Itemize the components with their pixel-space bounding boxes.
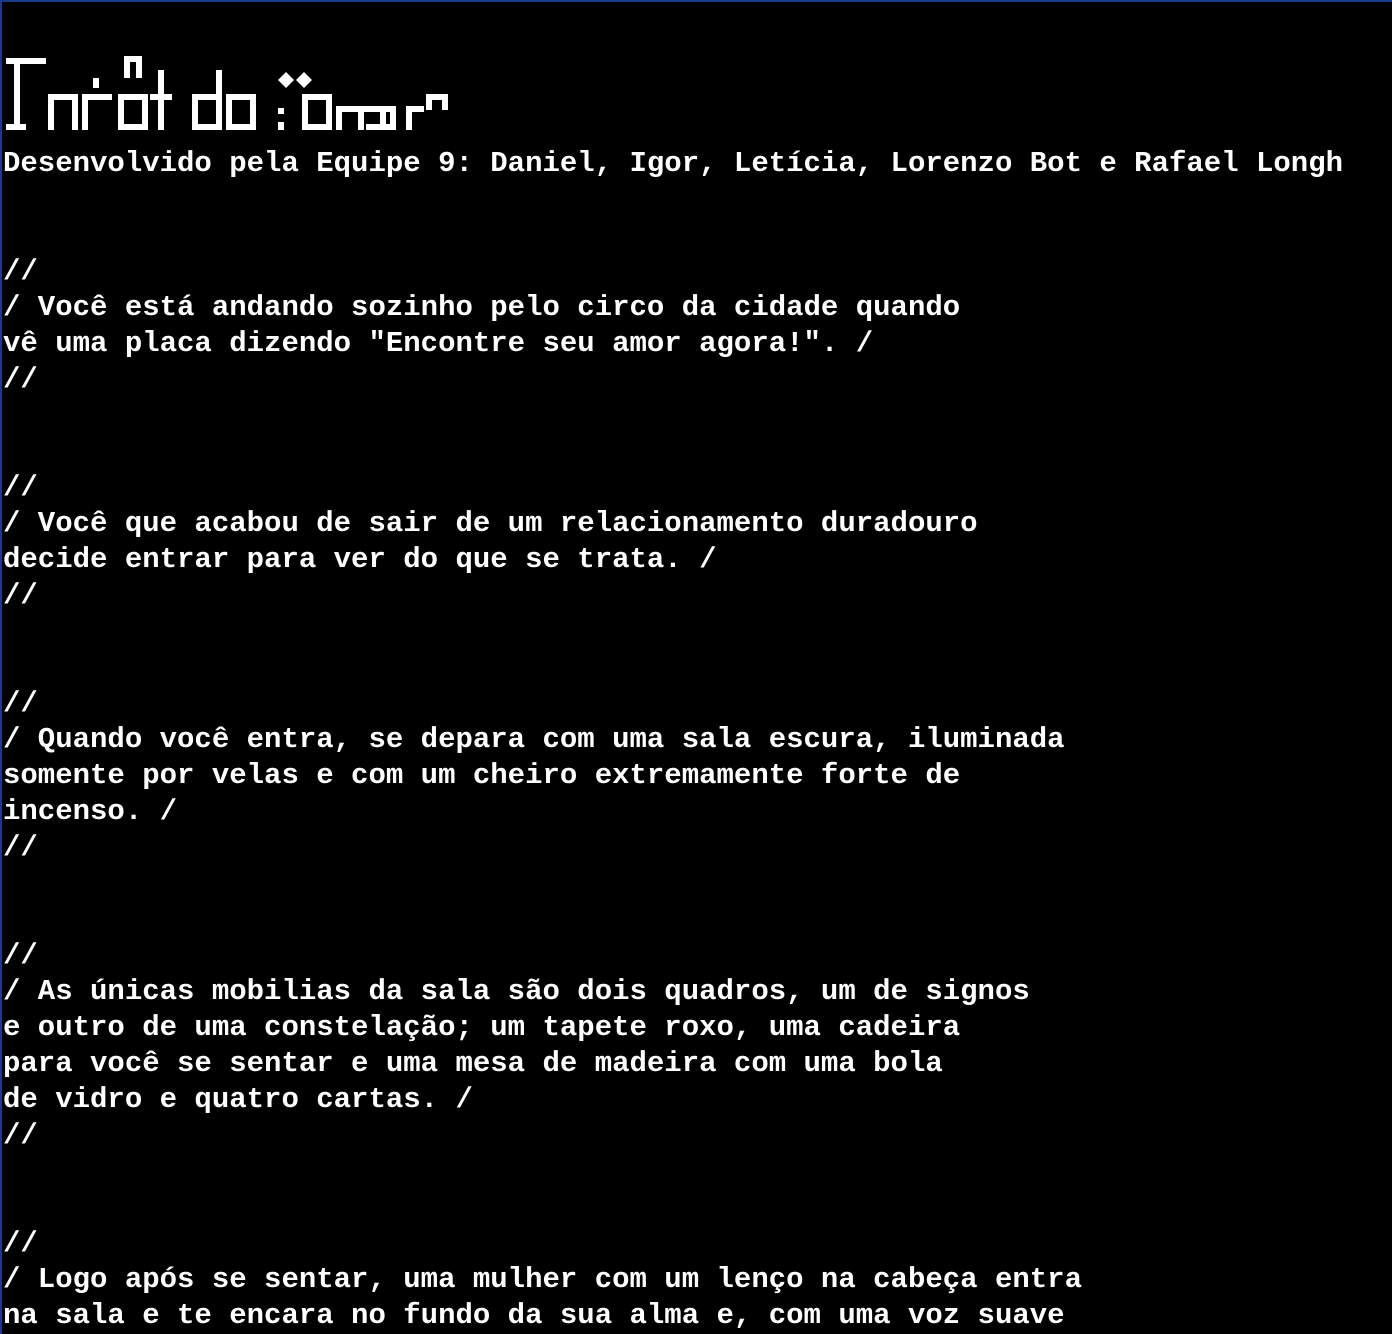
- block-close-marker: //: [3, 363, 38, 396]
- story-line: vê uma placa dizendo "Encontre seu amor …: [3, 327, 874, 360]
- block-open-marker: //: [3, 255, 38, 288]
- block-open-marker: //: [3, 939, 38, 972]
- block-close-marker: //: [3, 1119, 38, 1152]
- story-block: // / Logo após se sentar, uma mulher com…: [3, 1226, 1392, 1334]
- story-line: e outro de uma constelação; um tapete ro…: [3, 1011, 961, 1044]
- block-open-marker: //: [3, 687, 38, 720]
- block-open-marker: //: [3, 471, 38, 504]
- story-line: somente por velas e com um cheiro extrem…: [3, 759, 961, 792]
- story-line: / Quando você entra, se depara com uma s…: [3, 723, 1065, 756]
- story-line: na sala e te encara no fundo da sua alma…: [3, 1299, 1065, 1332]
- story-line: decide entrar para ver do que se trata. …: [3, 543, 717, 576]
- story-line: / Você que acabou de sair de um relacion…: [3, 507, 978, 540]
- story-block: // / Você que acabou de sair de um relac…: [3, 470, 1392, 614]
- block-close-marker: //: [3, 831, 38, 864]
- title-banner-art: [6, 56, 448, 130]
- story-line: / As únicas mobilias da sala são dois qu…: [3, 975, 1030, 1008]
- credits-line: Desenvolvido pela Equipe 9: Daniel, Igor…: [3, 147, 1344, 180]
- block-close-marker: //: [3, 579, 38, 612]
- story-block: // / Quando você entra, se depara com um…: [3, 686, 1392, 866]
- window-frame-left: [0, 0, 2, 1334]
- story-text: // / Você está andando sozinho pelo circ…: [3, 254, 1392, 1334]
- story-line: / Você está andando sozinho pelo circo d…: [3, 291, 961, 324]
- story-block: // / Você está andando sozinho pelo circ…: [3, 254, 1392, 398]
- story-line: para você se sentar e uma mesa de madeir…: [3, 1047, 943, 1080]
- story-line: incenso. /: [3, 795, 178, 828]
- ascii-art-title-banner: [6, 50, 456, 134]
- story-line: de vidro e quatro cartas. /: [3, 1083, 473, 1116]
- story-block: // / As únicas mobilias da sala são dois…: [3, 938, 1392, 1154]
- terminal-output[interactable]: Desenvolvido pela Equipe 9: Daniel, Igor…: [3, 0, 1392, 1334]
- block-open-marker: //: [3, 1227, 38, 1260]
- story-line: / Logo após se sentar, uma mulher com um…: [3, 1263, 1082, 1296]
